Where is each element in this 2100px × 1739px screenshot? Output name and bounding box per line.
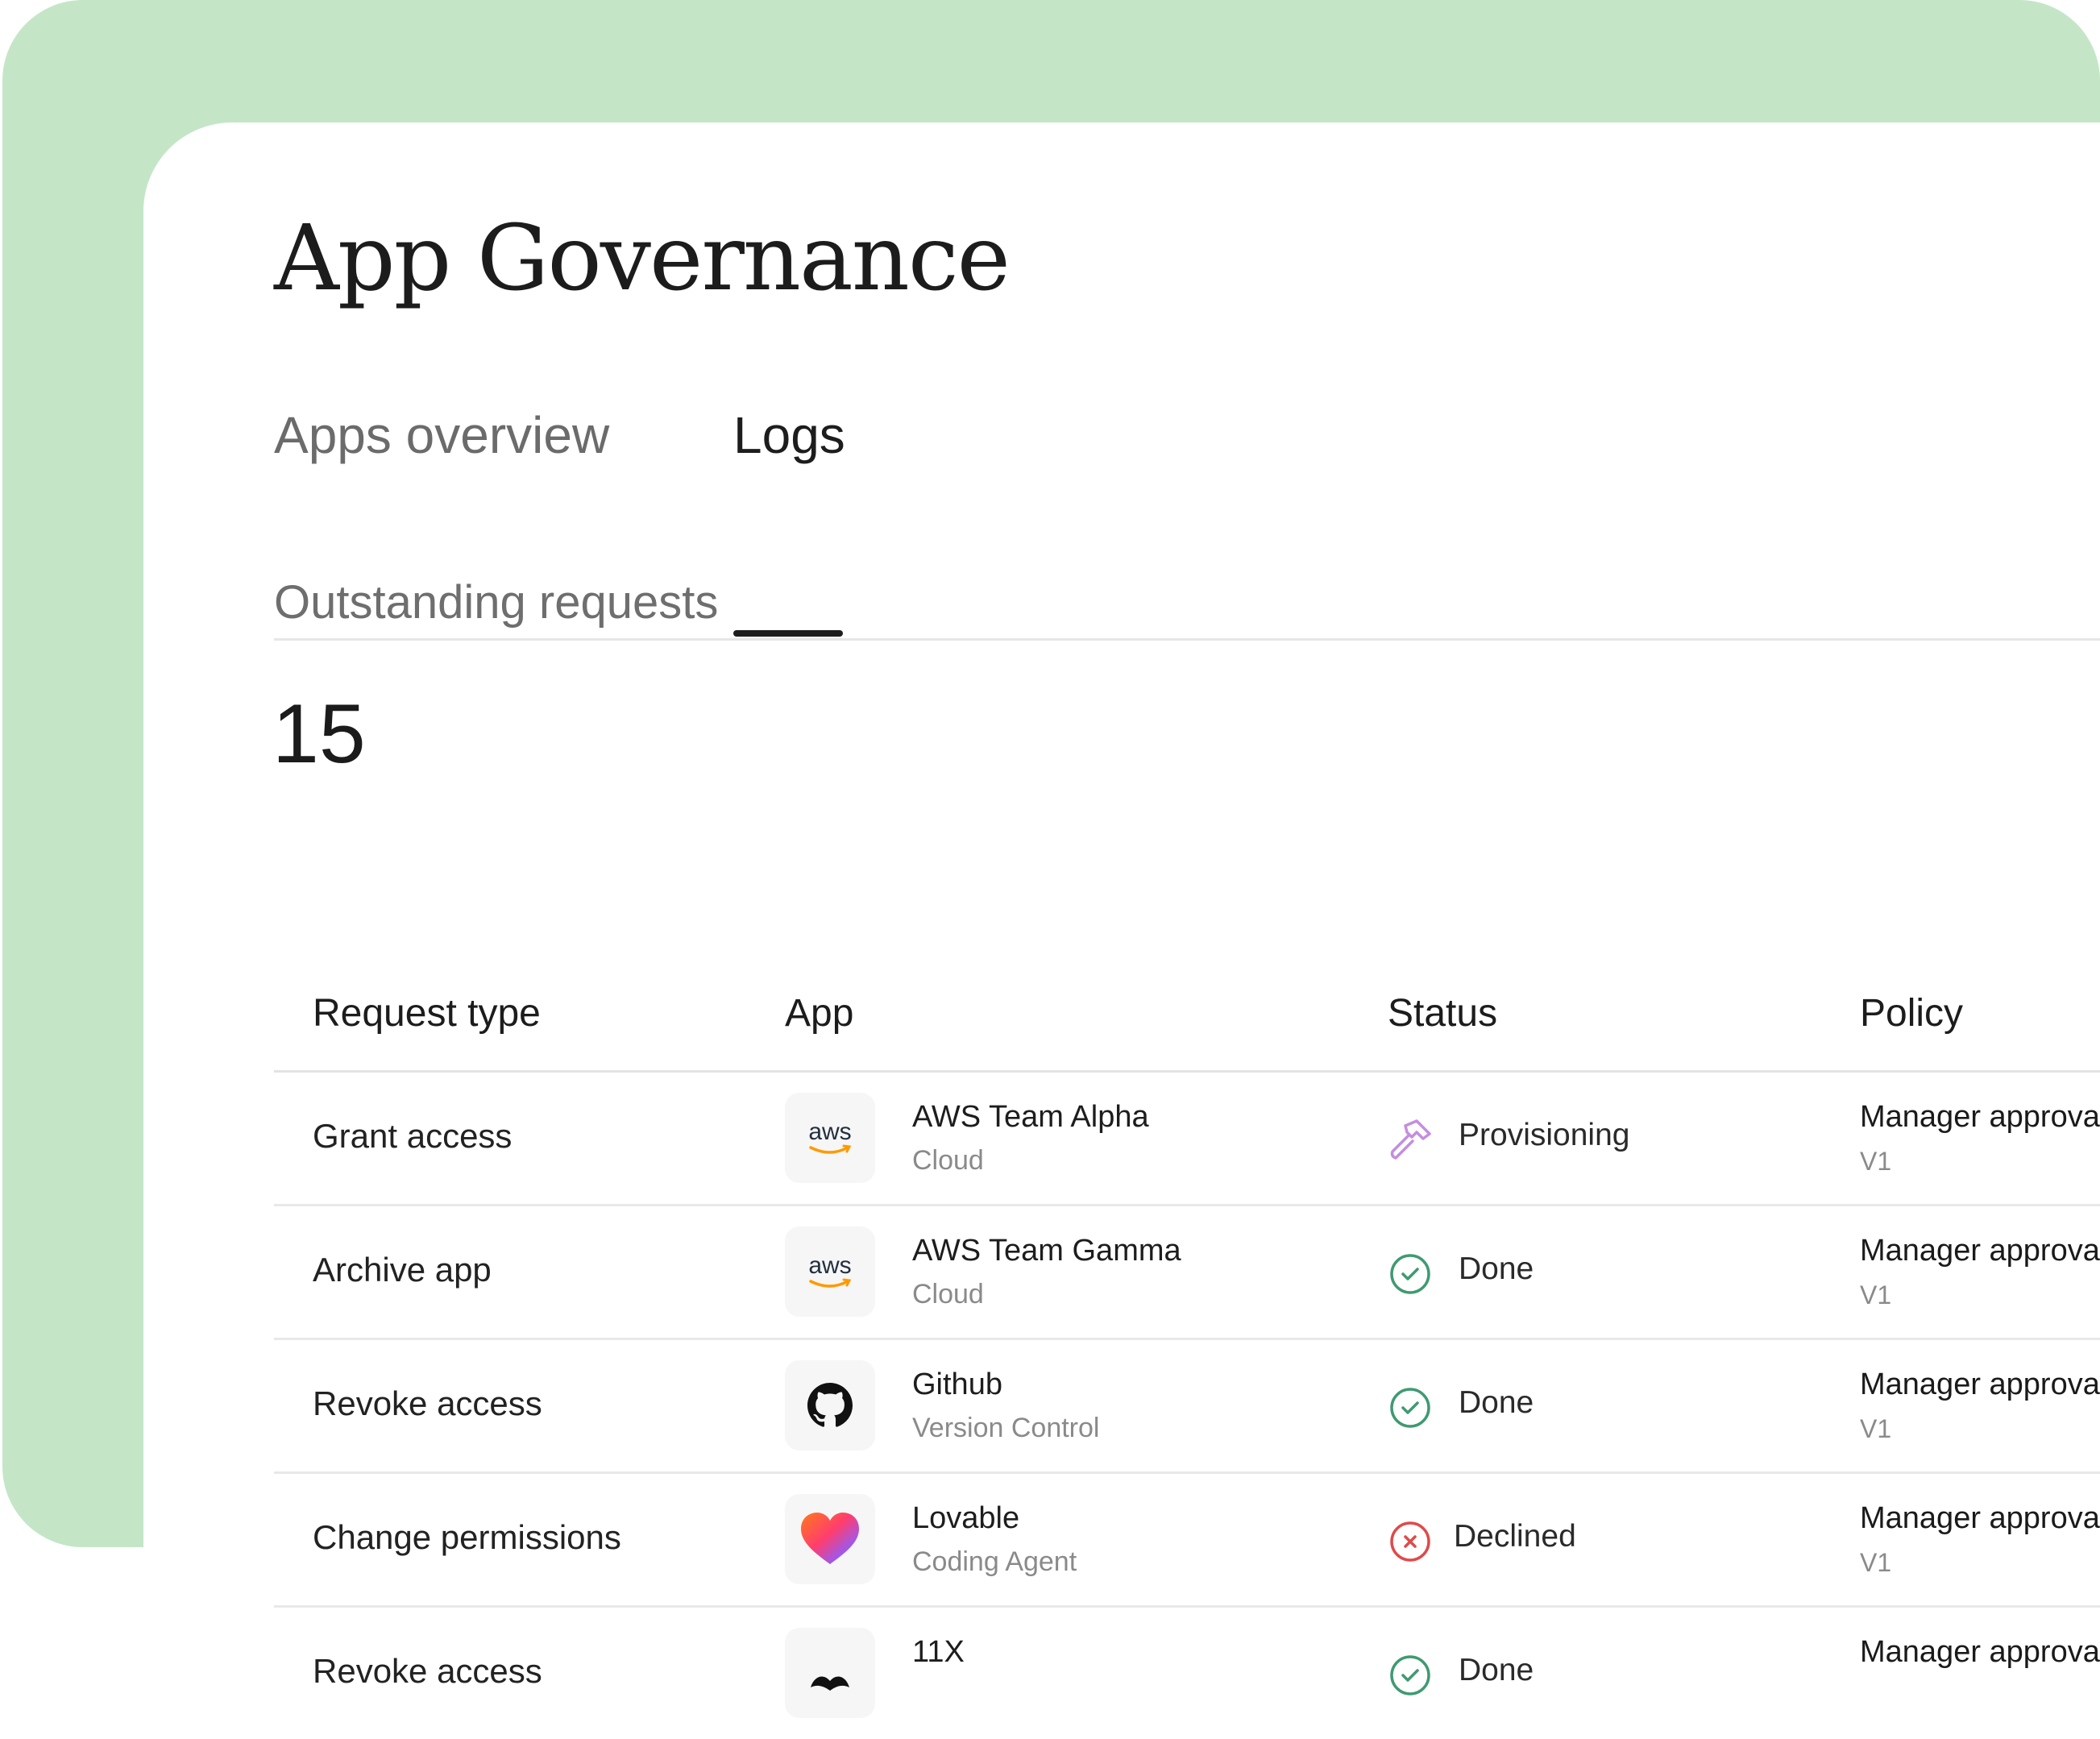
tabs-divider xyxy=(274,638,2100,641)
main-card: App Governance Apps overview Logs Outsta… xyxy=(143,122,2100,1718)
aws-logo-text: aws xyxy=(808,1119,852,1145)
tab-apps-overview[interactable]: Apps overview xyxy=(274,396,609,474)
app-name[interactable]: Github xyxy=(912,1368,1002,1402)
app-name[interactable]: 11X xyxy=(912,1635,965,1670)
header-app[interactable]: App xyxy=(785,991,853,1036)
app-category: Version Control xyxy=(912,1413,1100,1443)
aws-logo-icon: aws xyxy=(785,1226,875,1317)
11x-logo-icon xyxy=(785,1628,875,1718)
check-circle-icon xyxy=(1388,1653,1433,1698)
status-label: Done xyxy=(1459,1653,1534,1687)
aws-logo-text: aws xyxy=(808,1252,852,1279)
app-name[interactable]: Lovable xyxy=(912,1501,1019,1536)
app-category: Cloud xyxy=(912,1145,984,1176)
check-circle-icon xyxy=(1388,1251,1433,1297)
status-label: Provisioning xyxy=(1459,1118,1630,1152)
active-tab-indicator xyxy=(733,630,843,637)
app-category: Coding Agent xyxy=(912,1546,1077,1577)
lovable-heart-logo-icon xyxy=(785,1494,875,1584)
policy-name: Manager approval xyxy=(1860,1368,2100,1401)
status-label: Done xyxy=(1459,1251,1534,1286)
page-title: App Governance xyxy=(274,206,1011,311)
request-type: Grant access xyxy=(313,1117,513,1155)
table-row[interactable]: Revoke access Github Version Control Don… xyxy=(274,1340,2100,1474)
check-circle-icon xyxy=(1388,1385,1433,1430)
header-request-type[interactable]: Request type xyxy=(313,991,541,1036)
status-label: Declined xyxy=(1454,1519,1576,1554)
table-row[interactable]: Archive app aws AWS Team Gamma Cloud Don… xyxy=(274,1206,2100,1340)
policy-name: Manager approval xyxy=(1860,1100,2100,1134)
table-row[interactable]: Grant access aws AWS Team Alpha Cloud Pr… xyxy=(274,1073,2100,1206)
policy-name: Manager approval xyxy=(1860,1635,2100,1669)
table-row[interactable]: Revoke access 11X Done Manager approval xyxy=(274,1608,2100,1739)
outstanding-requests-label: Outstanding requests xyxy=(274,576,719,629)
policy-name: Manager approval xyxy=(1860,1234,2100,1268)
status-label: Done xyxy=(1459,1385,1534,1420)
app-name[interactable]: AWS Team Alpha xyxy=(912,1100,1149,1135)
header-policy[interactable]: Policy xyxy=(1860,991,1963,1036)
aws-logo-icon: aws xyxy=(785,1093,875,1183)
policy-version: V1 xyxy=(1860,1414,1892,1443)
request-type: Revoke access xyxy=(313,1652,542,1690)
table-row[interactable]: Change permissions Lovable Coding Agent … xyxy=(274,1474,2100,1608)
policy-name: Manager approval xyxy=(1860,1501,2100,1535)
request-type: Revoke access xyxy=(313,1384,542,1422)
github-logo-icon xyxy=(785,1360,875,1451)
policy-version: V1 xyxy=(1860,1280,1892,1309)
background-frame: App Governance Apps overview Logs Outsta… xyxy=(2,0,2100,1718)
policy-version: V1 xyxy=(1860,1548,1892,1577)
x-circle-icon xyxy=(1388,1519,1433,1564)
table-header: Request type App Status Policy xyxy=(274,928,2100,1073)
requests-table: Request type App Status Policy Grant acc… xyxy=(274,928,2100,1739)
hammer-icon xyxy=(1388,1118,1433,1163)
policy-version: V1 xyxy=(1860,1147,1892,1176)
outstanding-requests-count: 15 xyxy=(272,687,366,781)
app-name[interactable]: AWS Team Gamma xyxy=(912,1234,1181,1268)
app-category: Cloud xyxy=(912,1279,984,1309)
request-type: Archive app xyxy=(313,1251,492,1289)
header-status[interactable]: Status xyxy=(1388,991,1497,1036)
tab-logs[interactable]: Logs xyxy=(733,396,845,474)
request-type: Change permissions xyxy=(313,1518,621,1556)
